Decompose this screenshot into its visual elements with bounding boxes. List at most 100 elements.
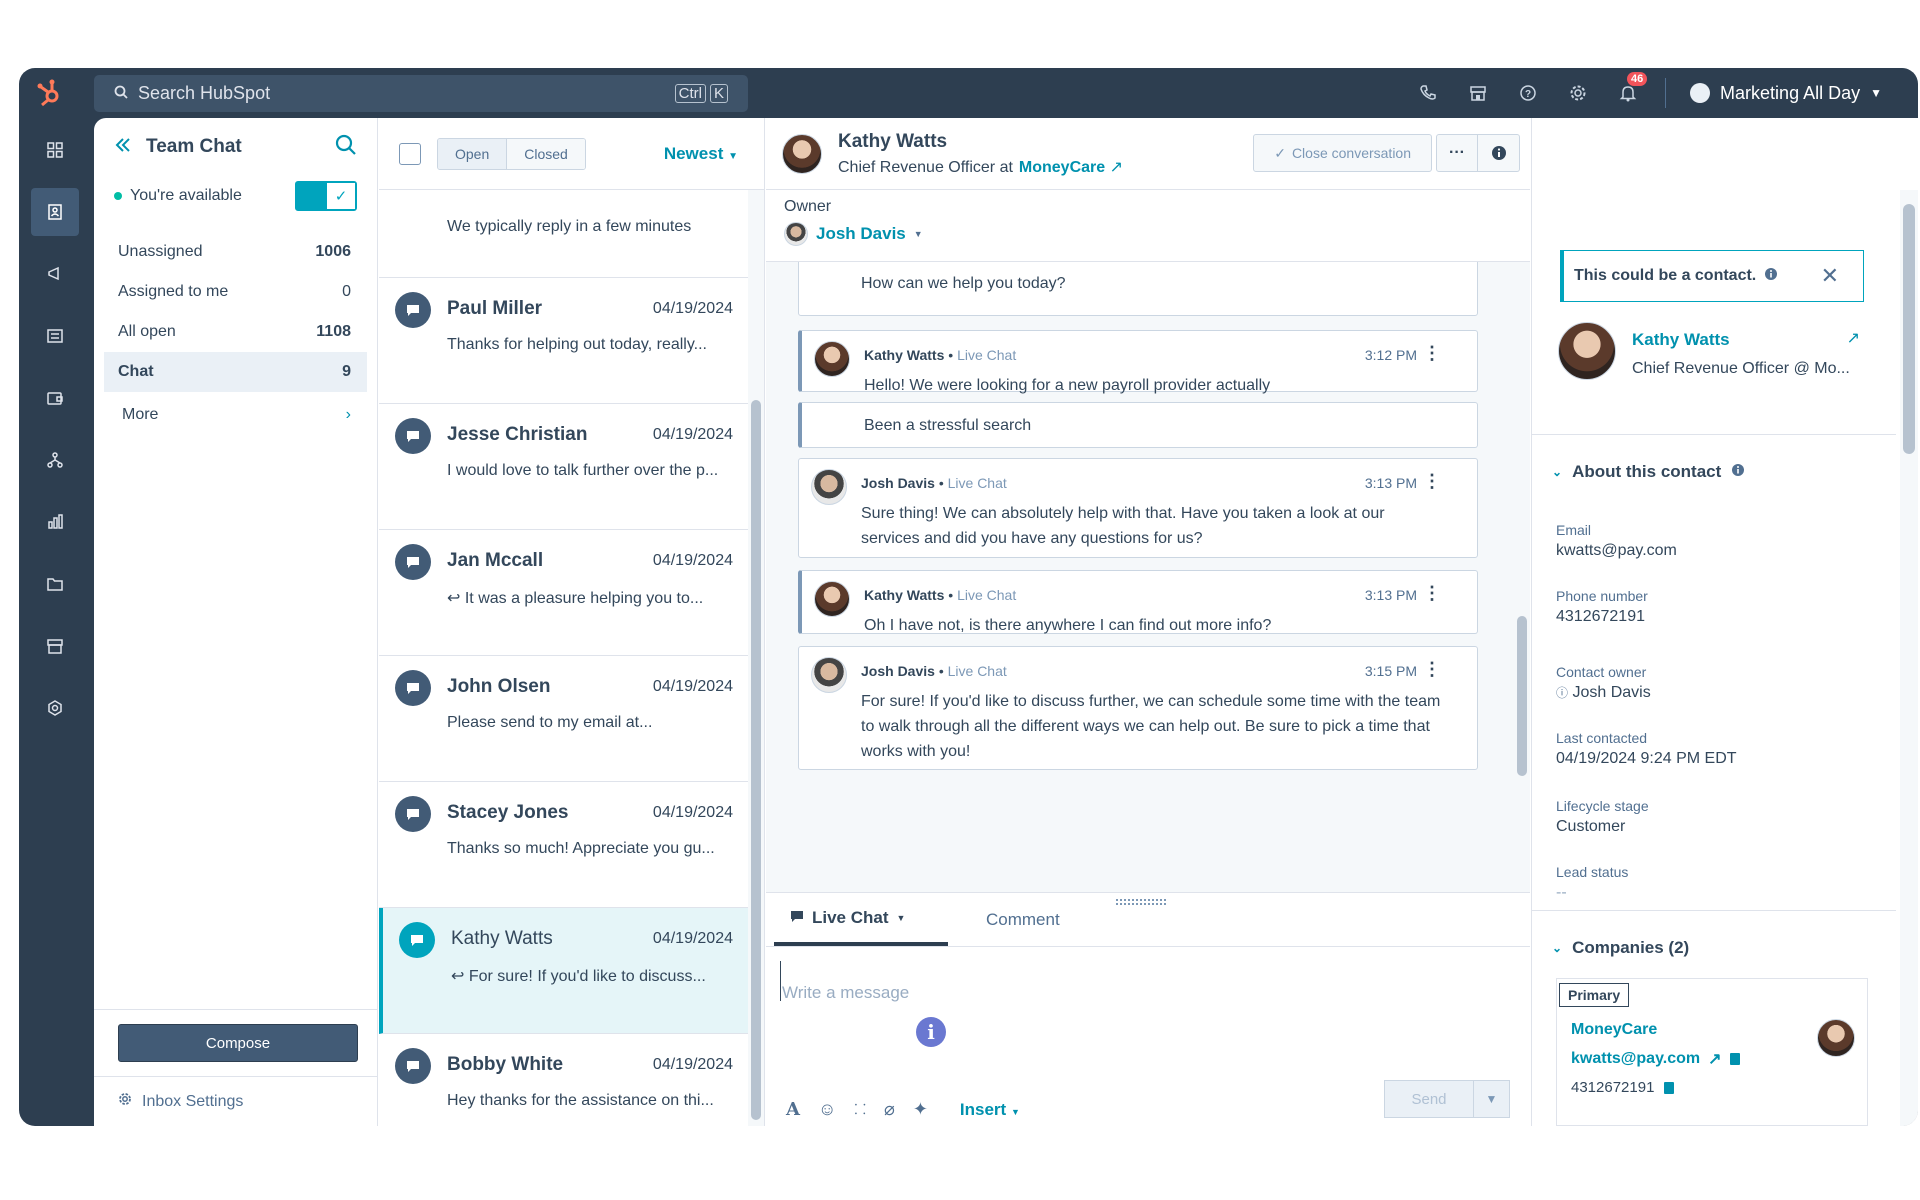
content-icon[interactable] (31, 312, 79, 360)
info-icon[interactable] (1731, 462, 1745, 482)
services-icon[interactable] (31, 684, 79, 732)
sales-wallet-icon[interactable] (31, 374, 79, 422)
resize-handle[interactable] (1116, 899, 1166, 905)
global-search-input[interactable]: Search HubSpot Ctrl K (94, 75, 748, 112)
filter-more[interactable]: More › (94, 392, 377, 438)
automation-icon[interactable] (31, 436, 79, 484)
availability-toggle[interactable]: ✓ (295, 181, 357, 211)
filter-all-open[interactable]: All open 1108 (94, 312, 377, 352)
compose-button[interactable]: Compose (118, 1024, 358, 1062)
attachment-paperclip-icon[interactable]: ⌀ (884, 1099, 895, 1120)
send-button[interactable]: Send (1384, 1080, 1474, 1118)
emoji-icon[interactable]: ☺ (818, 1099, 836, 1120)
owner-dropdown[interactable]: Josh Davis ▼ (784, 222, 1530, 246)
conversation-item[interactable]: Paul Miller 04/19/2024 Thanks for helpin… (379, 278, 749, 404)
more-actions-button[interactable]: ··· (1436, 134, 1478, 172)
external-link-icon[interactable]: ↗ (1110, 159, 1123, 176)
message-menu-icon[interactable]: ⋮ (1423, 583, 1441, 604)
sort-dropdown[interactable]: Newest ▼ (664, 144, 738, 164)
filter-label: Assigned to me (118, 283, 229, 300)
tab-closed[interactable]: Closed (507, 138, 585, 169)
settings-gear-icon[interactable] (1565, 80, 1591, 106)
notifications-bell-icon[interactable]: 46 (1615, 72, 1648, 106)
folder-icon[interactable] (31, 560, 79, 608)
conversation-item[interactable]: Bobby White 04/19/2024 Hey thanks for th… (379, 1034, 749, 1126)
dashboard-grid-icon[interactable] (31, 126, 79, 174)
property-phone[interactable]: Phone number 4312672191 (1556, 588, 1648, 626)
info-bubble-icon[interactable]: i (916, 1017, 946, 1047)
company-phone: 4312672191 (1571, 1079, 1655, 1096)
scrollbar-thumb[interactable] (751, 400, 761, 1120)
help-icon[interactable]: ? (1515, 80, 1541, 106)
property-contact-owner[interactable]: Contact owner ⓘ Josh Davis (1556, 664, 1651, 702)
tab-live-chat[interactable]: Live Chat ▼ (774, 893, 948, 946)
insert-dropdown[interactable]: Insert ▼ (960, 1100, 1020, 1120)
scrollbar[interactable] (1900, 190, 1918, 1126)
company-email-link[interactable]: kwatts@pay.com ↗ (1571, 1049, 1740, 1069)
message-input[interactable]: Write a message (780, 961, 923, 1002)
company-link[interactable]: MoneyCare (1019, 159, 1105, 176)
scrollbar[interactable] (1514, 262, 1530, 892)
search-icon[interactable] (335, 134, 357, 161)
info-icon[interactable] (1764, 267, 1778, 286)
copy-icon[interactable] (1664, 1081, 1675, 1094)
scrollbar-thumb[interactable] (1517, 616, 1527, 776)
conversation-item[interactable]: We typically reply in a few minutes (379, 190, 749, 278)
scrollbar[interactable] (748, 190, 764, 1126)
property-last-contacted[interactable]: Last contacted 04/19/2024 9:24 PM EDT (1556, 730, 1737, 768)
marketplace-icon[interactable] (1465, 80, 1491, 106)
filter-unassigned[interactable]: Unassigned 1006 (94, 232, 377, 272)
about-section-header[interactable]: ⌄ About this contact (1552, 462, 1745, 482)
ai-sparkle-icon[interactable]: ✦ (913, 1099, 928, 1120)
companies-section-header[interactable]: ⌄ Companies (2) (1552, 938, 1689, 958)
conversation-item[interactable]: Jesse Christian 04/19/2024 I would love … (379, 404, 749, 530)
conversation-item-selected[interactable]: Kathy Watts 04/19/2024 ↩ For sure! If yo… (379, 908, 749, 1034)
info-icon: ⓘ (1556, 686, 1569, 700)
send-options-dropdown[interactable]: ▼ (1474, 1080, 1510, 1118)
composer-toolbar: A ☺ ⸬ ⌀ ✦ Insert ▼ (786, 1099, 1020, 1120)
snippets-icon[interactable]: ⸬ (854, 1100, 866, 1119)
message-menu-icon[interactable]: ⋮ (1423, 659, 1441, 680)
info-icon[interactable] (1478, 134, 1520, 172)
collapse-double-chevron-icon[interactable] (114, 136, 132, 159)
company-name-link[interactable]: MoneyCare (1571, 1021, 1657, 1039)
select-all-checkbox[interactable] (399, 142, 421, 165)
store-icon[interactable] (31, 622, 79, 670)
conversation-name: Bobby White (447, 1054, 564, 1075)
conversation-item[interactable]: John Olsen 04/19/2024 Please send to my … (379, 656, 749, 782)
tab-open[interactable]: Open (438, 138, 508, 169)
filter-assigned-to-me[interactable]: Assigned to me 0 (94, 272, 377, 312)
external-link-icon[interactable]: ↗ (1708, 1049, 1721, 1069)
phone-icon[interactable] (1415, 80, 1441, 106)
scrollbar-thumb[interactable] (1903, 204, 1915, 454)
contacts-icon[interactable] (31, 188, 79, 236)
chevron-right-icon: › (345, 406, 351, 423)
inbox-settings-link[interactable]: Inbox Settings (94, 1076, 377, 1126)
marketing-megaphone-icon[interactable] (31, 250, 79, 298)
conversation-item[interactable]: Jan Mccall 04/19/2024 ↩ It was a pleasur… (379, 530, 749, 656)
conversation-item[interactable]: Stacey Jones 04/19/2024 Thanks so much! … (379, 782, 749, 908)
reports-chart-icon[interactable] (31, 498, 79, 546)
message-menu-icon[interactable]: ⋮ (1423, 343, 1441, 364)
property-lifecycle-stage[interactable]: Lifecycle stage Customer (1556, 798, 1649, 836)
owner-section: Owner Josh Davis ▼ (766, 190, 1530, 262)
contact-card-subtitle: Chief Revenue Officer @ Mo... (1632, 360, 1850, 377)
property-value: 4312672191 (1556, 608, 1645, 625)
company-contact-avatar (1817, 1019, 1855, 1057)
property-lead-status[interactable]: Lead status -- (1556, 864, 1628, 902)
chevron-down-icon: ⌄ (1552, 941, 1563, 955)
close-icon[interactable]: ✕ (1821, 263, 1839, 289)
text-format-icon[interactable]: A (786, 1099, 800, 1120)
conversation-date: 04/19/2024 (652, 552, 733, 569)
filter-chat[interactable]: Chat 9 (104, 352, 367, 392)
external-link-icon[interactable]: ↗ (1847, 328, 1860, 348)
tab-comment[interactable]: Comment (970, 893, 1084, 946)
inbox-header: Team Chat (94, 118, 377, 176)
copy-icon[interactable] (1729, 1053, 1740, 1065)
contact-card-name[interactable]: Kathy Watts (1632, 330, 1730, 350)
message-menu-icon[interactable]: ⋮ (1423, 471, 1441, 492)
account-menu[interactable]: Marketing All Day ▼ (1690, 83, 1882, 104)
property-email[interactable]: Email kwatts@pay.com (1556, 522, 1677, 560)
close-conversation-button[interactable]: ✓ Close conversation (1253, 134, 1432, 172)
hubspot-logo-icon[interactable] (19, 68, 79, 118)
